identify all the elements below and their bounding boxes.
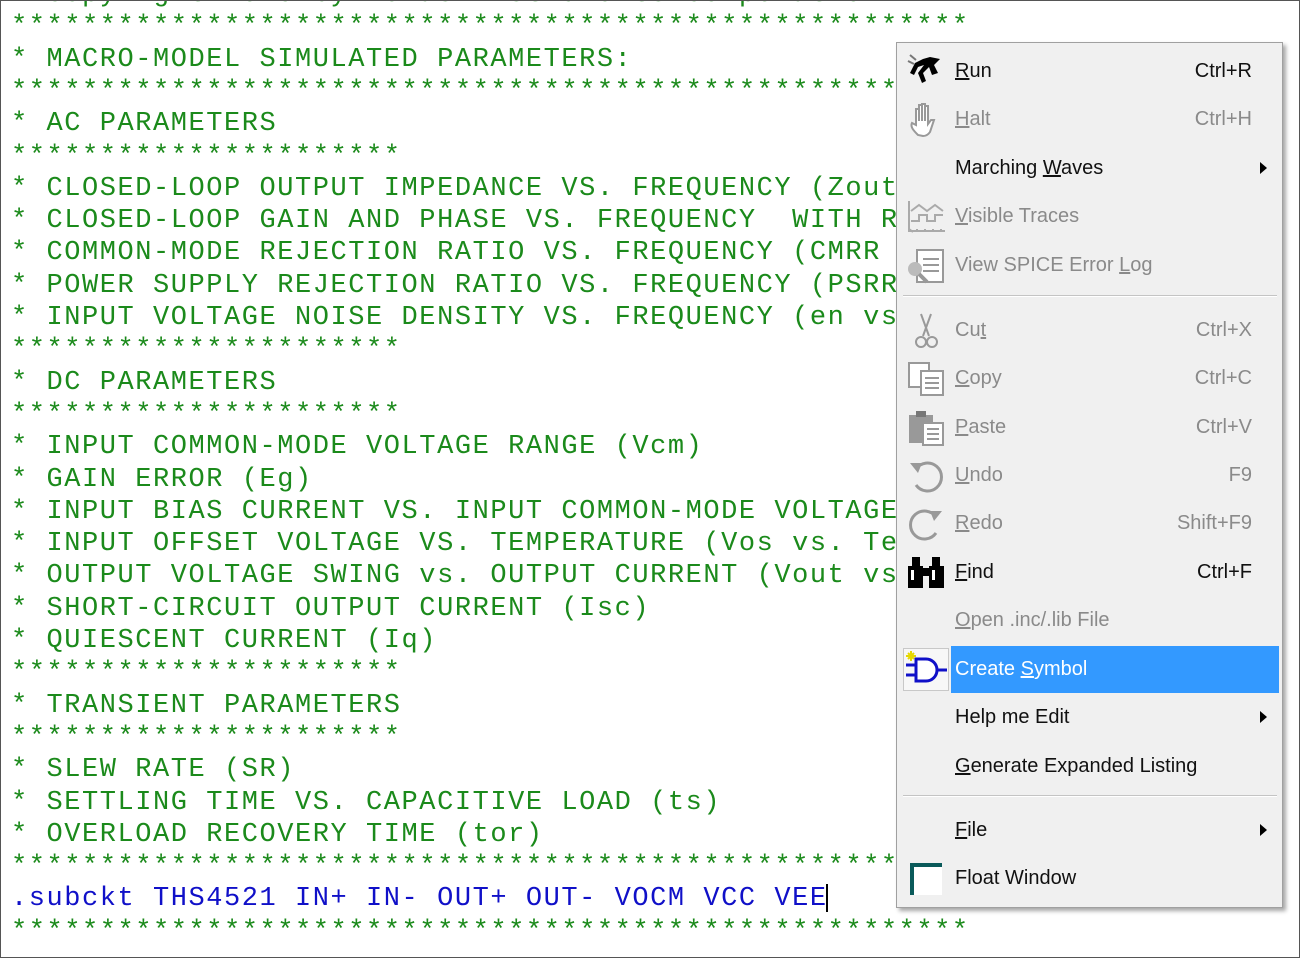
comment-line: * Copyright 2020 by Texas Instruments Co… (11, 1, 881, 11)
menu-item-file[interactable]: File (901, 807, 1279, 854)
shortcut-label: Ctrl+X (1195, 319, 1252, 341)
shortcut-label: Shift+F9 (1176, 512, 1252, 534)
menu-item-label: Paste (955, 416, 1007, 438)
comment-line: * SHORT-CIRCUIT OUTPUT CURRENT (Isc) (11, 593, 651, 624)
menu-item-redo[interactable]: Redo Shift+F9 (901, 500, 1279, 547)
binoculars-icon (903, 551, 949, 594)
menu-item-float-window[interactable]: Float Window (901, 855, 1279, 902)
menu-item-label: View SPICE Error Log (955, 254, 1153, 276)
text-cursor (825, 884, 828, 913)
run-icon (903, 50, 949, 93)
comment-line: * OVERLOAD RECOVERY TIME (tor) (11, 819, 544, 850)
menu-separator (903, 295, 1277, 297)
menu-item-undo[interactable]: Undo F9 (901, 452, 1279, 499)
separator-comment-line: ****************************************… (11, 916, 970, 947)
menu-item-halt[interactable]: Halt Ctrl+H (901, 96, 1279, 143)
comment-line: * TRANSIENT PARAMETERS (11, 690, 402, 721)
create-symbol-icon (903, 648, 949, 691)
menu-item-label: Find (955, 561, 994, 583)
submenu-arrow-icon (1260, 162, 1267, 174)
menu-item-generate-expanded-listing[interactable]: Generate Expanded Listing (901, 743, 1279, 790)
menu-item-label: Float Window (955, 867, 1077, 889)
shortcut-label: Ctrl+H (1194, 108, 1252, 130)
shortcut-label: Ctrl+F (1197, 561, 1252, 583)
menu-item-run[interactable]: Run Ctrl+R (901, 48, 1279, 95)
comment-line: * CLOSED-LOOP GAIN AND PHASE VS. FREQUEN… (11, 206, 899, 237)
float-window-icon (903, 857, 949, 900)
menu-item-label: File (955, 819, 988, 841)
submenu-arrow-icon (1260, 824, 1267, 836)
paste-icon (903, 406, 949, 449)
comment-line: * COMMON-MODE REJECTION RATIO VS. FREQUE… (11, 238, 881, 269)
shortcut-label: Ctrl+C (1194, 367, 1252, 389)
menu-item-help-me-edit[interactable]: Help me Edit (901, 694, 1279, 741)
menu-item-label: Generate Expanded Listing (955, 755, 1198, 777)
comment-line: * OUTPUT VOLTAGE SWING vs. OUTPUT CURREN… (11, 561, 899, 592)
menu-item-label: Help me Edit (955, 706, 1070, 728)
menu-item-marching-waves[interactable]: Marching Waves (901, 145, 1279, 192)
menu-item-cut[interactable]: Cut Ctrl+X (901, 307, 1279, 354)
menu-item-label: Redo (955, 512, 1003, 534)
comment-line: * GAIN ERROR (Eg) (11, 464, 313, 495)
separator-comment-line: ********************** (11, 141, 402, 172)
menu-item-label: Undo (955, 464, 1003, 486)
error-log-icon (903, 244, 949, 287)
separator-comment-line: ****************************************… (11, 12, 970, 43)
separator-comment-line: ********************** (11, 335, 402, 366)
menu-item-find[interactable]: Find Ctrl+F (901, 549, 1279, 596)
menu-item-visible-traces[interactable]: Visible Traces (901, 193, 1279, 240)
scissors-icon (903, 309, 949, 352)
separator-comment-line: ********************** (11, 399, 402, 430)
menu-item-create-symbol[interactable]: Create Symbol (901, 646, 1279, 693)
shortcut-label: Ctrl+V (1195, 416, 1252, 438)
comment-line: * QUIESCENT CURRENT (Iq) (11, 626, 438, 656)
comment-line: * INPUT COMMON-MODE VOLTAGE RANGE (Vcm) (11, 432, 704, 463)
copy-icon (903, 357, 949, 400)
menu-item-label: Cut (955, 319, 987, 341)
hand-icon (903, 98, 949, 141)
menu-item-label: Run (955, 60, 992, 82)
separator-comment-line: ********************** (11, 658, 402, 689)
context-menu: Run Ctrl+R Halt Ctrl+H Marching Waves Visible… (896, 42, 1283, 908)
separator-comment-line: ****************************************… (11, 76, 970, 107)
menu-separator (903, 795, 1277, 797)
separator-comment-line: ********************** (11, 722, 402, 753)
menu-item-view-spice-error-log[interactable]: View SPICE Error Log (901, 242, 1279, 289)
menu-item-label: Visible Traces (955, 205, 1080, 227)
menu-item-label: Marching Waves (955, 157, 1104, 179)
separator-comment-line: ****************************************… (11, 852, 970, 883)
menu-item-open-inc-lib-file[interactable]: Open .inc/.lib File (901, 597, 1279, 644)
submenu-arrow-icon (1260, 711, 1267, 723)
comment-line: * DC PARAMETERS (11, 367, 278, 398)
subckt-line: .subckt THS4521 IN+ IN- OUT+ OUT- VOCM V… (11, 884, 828, 915)
shortcut-label: F9 (1228, 464, 1252, 486)
comment-line: * POWER SUPPLY REJECTION RATIO VS. FREQU… (11, 270, 899, 301)
menu-item-label: Open .inc/.lib File (955, 609, 1110, 631)
undo-icon (903, 454, 949, 497)
menu-item-label: Copy (955, 367, 1002, 389)
redo-icon (903, 502, 949, 545)
comment-line: * INPUT OFFSET VOLTAGE VS. TEMPERATURE (… (11, 529, 899, 560)
comment-line: * SLEW RATE (SR) (11, 755, 296, 786)
traces-icon (903, 195, 949, 238)
menu-item-label: Halt (955, 108, 991, 130)
comment-line: * SETTLING TIME VS. CAPACITIVE LOAD (ts) (11, 787, 722, 818)
shortcut-label: Ctrl+R (1194, 60, 1252, 82)
comment-line: * CLOSED-LOOP OUTPUT IMPEDANCE VS. FREQU… (11, 173, 899, 204)
menu-item-label: Create Symbol (955, 658, 1088, 680)
comment-line: * MACRO-MODEL SIMULATED PARAMETERS: (11, 44, 633, 75)
menu-item-copy[interactable]: Copy Ctrl+C (901, 355, 1279, 402)
comment-line: * AC PARAMETERS (11, 109, 278, 140)
comment-line: * INPUT VOLTAGE NOISE DENSITY VS. FREQUE… (11, 303, 899, 333)
comment-line: * INPUT BIAS CURRENT VS. INPUT COMMON-MO… (11, 496, 899, 527)
menu-item-paste[interactable]: Paste Ctrl+V (901, 404, 1279, 451)
